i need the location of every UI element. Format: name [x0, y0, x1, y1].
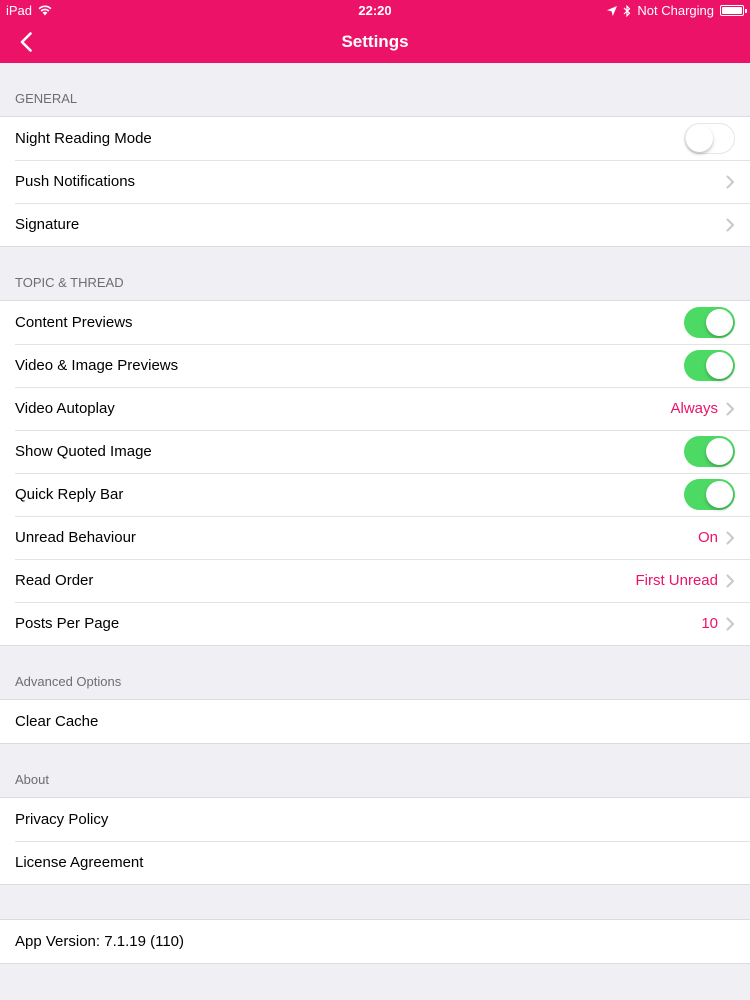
row-label: Posts Per Page	[15, 615, 120, 632]
row-license-agreement[interactable]: License Agreement	[0, 841, 750, 884]
night-reading-toggle[interactable]	[684, 123, 735, 154]
video-image-previews-toggle[interactable]	[684, 350, 735, 381]
section-header-advanced-options: Advanced Options	[15, 674, 122, 689]
section-general: Night Reading Mode Push Notifications Si…	[0, 116, 750, 247]
toggle-knob	[685, 124, 713, 152]
section-version: App Version: 7.1.19 (110)	[0, 919, 750, 964]
chevron-right-icon	[726, 617, 734, 630]
status-bar-right: Not Charging	[607, 3, 747, 18]
section-advanced-options: Clear Cache	[0, 699, 750, 744]
chevron-right-icon	[726, 175, 734, 188]
row-label: Quick Reply Bar	[15, 486, 124, 503]
row-privacy-policy[interactable]: Privacy Policy	[0, 798, 750, 841]
page-title: Settings	[341, 32, 409, 51]
chevron-right-icon	[726, 402, 734, 415]
row-label: Push Notifications	[15, 173, 136, 190]
navigation-bar: Settings	[0, 22, 750, 63]
row-quick-reply-bar: Quick Reply Bar	[0, 473, 750, 516]
chevron-right-icon	[726, 574, 734, 587]
toggle-knob	[706, 309, 733, 336]
row-label: Video & Image Previews	[15, 357, 179, 374]
toggle-knob	[706, 352, 733, 379]
row-label: Clear Cache	[15, 713, 99, 730]
row-clear-cache[interactable]: Clear Cache	[0, 700, 750, 743]
row-value: First Unread	[635, 572, 718, 589]
bluetooth-icon	[623, 4, 631, 17]
row-video-autoplay[interactable]: Video Autoplay Always	[0, 387, 750, 430]
row-label: Unread Behaviour	[15, 529, 136, 546]
row-value: On	[697, 529, 718, 546]
row-label: Read Order	[15, 572, 94, 589]
row-night-reading-mode: Night Reading Mode	[0, 117, 750, 160]
row-label: Night Reading Mode	[15, 130, 152, 147]
row-show-quoted-image: Show Quoted Image	[0, 430, 750, 473]
charging-status: Not Charging	[637, 3, 714, 18]
row-label: Video Autoplay	[15, 400, 115, 417]
row-value: 10	[701, 615, 718, 632]
status-bar: iPad 22:20 Not Charging	[0, 0, 750, 22]
chevron-right-icon	[726, 218, 734, 231]
battery-icon	[720, 5, 747, 16]
row-label: Signature	[15, 216, 80, 233]
section-header-about: About	[15, 772, 49, 787]
row-unread-behaviour[interactable]: Unread Behaviour On	[0, 516, 750, 559]
row-video-image-previews: Video & Image Previews	[0, 344, 750, 387]
row-label: License Agreement	[15, 854, 144, 871]
row-label: Privacy Policy	[15, 811, 109, 828]
section-about: Privacy Policy License Agreement	[0, 797, 750, 885]
row-read-order[interactable]: Read Order First Unread	[0, 559, 750, 602]
chevron-right-icon	[726, 531, 734, 544]
location-arrow-icon	[607, 5, 618, 16]
row-app-version: App Version: 7.1.19 (110)	[0, 920, 750, 963]
row-posts-per-page[interactable]: Posts Per Page 10	[0, 602, 750, 645]
show-quoted-image-toggle[interactable]	[684, 436, 735, 467]
row-label: Content Previews	[15, 314, 133, 331]
row-value: Always	[670, 400, 718, 417]
settings-list: GENERAL Night Reading Mode Push Notifica…	[0, 63, 750, 964]
row-push-notifications[interactable]: Push Notifications	[0, 160, 750, 203]
row-label: Show Quoted Image	[15, 443, 152, 460]
content-previews-toggle[interactable]	[684, 307, 735, 338]
toggle-knob	[706, 438, 733, 465]
section-header-general: GENERAL	[15, 91, 78, 106]
row-content-previews: Content Previews	[0, 301, 750, 344]
app-version-label: App Version: 7.1.19 (110)	[15, 933, 184, 950]
row-signature[interactable]: Signature	[0, 203, 750, 246]
toggle-knob	[706, 481, 733, 508]
quick-reply-bar-toggle[interactable]	[684, 479, 735, 510]
section-topic-thread: Content Previews Video & Image Previews …	[0, 300, 750, 646]
section-header-topic-thread: TOPIC & THREAD	[15, 275, 124, 290]
